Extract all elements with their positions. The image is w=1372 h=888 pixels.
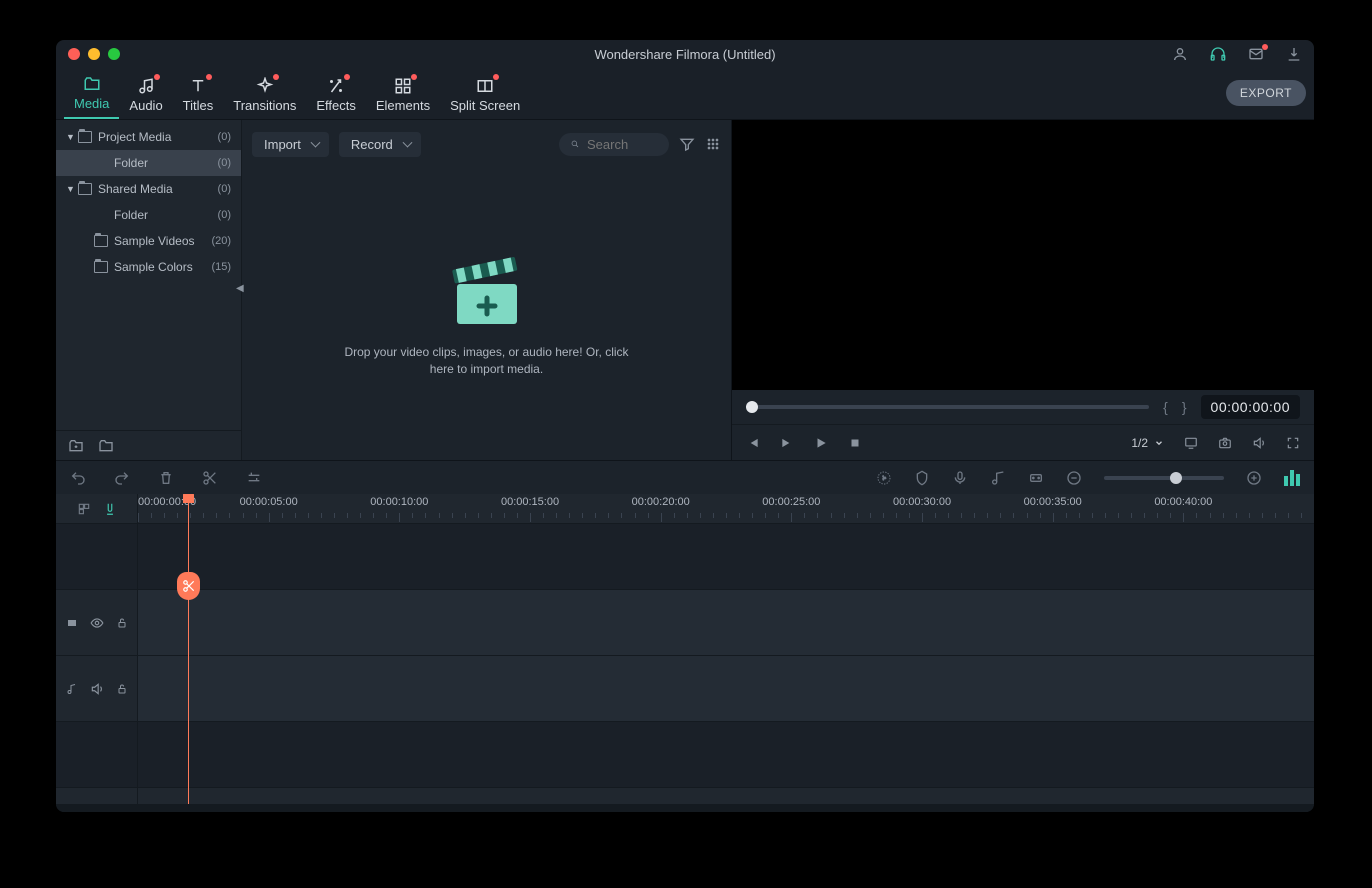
filter-icon[interactable] [679,136,695,152]
mute-icon[interactable] [90,682,104,696]
volume-icon[interactable] [1252,436,1266,450]
playhead-scissors-icon[interactable] [177,572,200,600]
scrub-track[interactable] [746,405,1149,409]
tab-transitions[interactable]: Transitions [223,73,306,119]
marker-icon[interactable] [914,470,930,486]
app-window: Wondershare Filmora (Untitled) Media Aud… [56,40,1314,812]
download-icon[interactable] [1286,46,1302,62]
stop-icon[interactable] [848,436,862,450]
tab-label: Effects [316,98,356,113]
open-folder-icon[interactable] [98,438,114,454]
media-browser: ◀ Import Record [242,120,732,460]
keyframe-icon[interactable] [1028,470,1044,486]
sidebar-footer [56,430,241,460]
lock-icon[interactable] [116,683,128,695]
mark-out-icon[interactable]: } [1182,399,1187,415]
video-track-icon [66,617,78,629]
import-dropdown[interactable]: Import [252,132,329,157]
split-icon[interactable] [202,470,218,486]
titlebar: Wondershare Filmora (Untitled) [56,40,1314,68]
zoom-in-icon[interactable] [1246,470,1262,486]
snapshot-icon[interactable] [1218,436,1232,450]
tab-label: Elements [376,98,430,113]
track-manage-icon[interactable] [77,502,91,516]
video-track-header[interactable] [56,590,137,656]
dropzone-text: Drop your video clips, images, or audio … [337,344,637,378]
track-row[interactable] [138,524,1314,590]
track-row[interactable] [138,722,1314,788]
play-icon[interactable] [814,436,828,450]
track-headers [56,494,138,804]
track-row-video[interactable] [138,590,1314,656]
window-title: Wondershare Filmora (Untitled) [56,47,1314,62]
visibility-icon[interactable] [90,616,104,630]
tab-label: Titles [183,98,214,113]
zoom-out-icon[interactable] [1066,470,1082,486]
main-tabs: Media Audio Titles Transitions Effects E… [56,68,1314,120]
audio-mixer-icon[interactable] [1284,470,1300,486]
support-icon[interactable] [1210,46,1226,62]
prev-frame-icon[interactable] [746,436,760,450]
track-row-audio[interactable] [138,656,1314,722]
zoom-slider[interactable] [1104,476,1224,480]
export-button[interactable]: EXPORT [1226,80,1306,106]
view-grid-icon[interactable] [705,136,721,152]
sidebar-item-folder-2[interactable]: Folder(0) [56,202,241,228]
quality-dropdown[interactable]: 1/2 [1131,436,1164,450]
search-box[interactable] [559,133,669,156]
next-frame-icon[interactable] [780,436,794,450]
lock-icon[interactable] [116,617,128,629]
sidebar-item-sample-colors[interactable]: Sample Colors(15) [56,254,241,280]
tab-elements[interactable]: Elements [366,73,440,119]
search-input[interactable] [587,137,657,152]
new-folder-icon[interactable] [68,438,84,454]
redo-icon[interactable] [114,470,130,486]
preview-canvas[interactable] [732,120,1314,390]
voiceover-icon[interactable] [952,470,968,486]
display-icon[interactable] [1184,436,1198,450]
fullscreen-icon[interactable] [1286,436,1300,450]
search-icon [571,137,579,151]
middle-pane: ▼Project Media(0) Folder(0) ▼Shared Medi… [56,120,1314,460]
tab-titles[interactable]: Titles [173,73,224,119]
sidebar-item-project-media[interactable]: ▼Project Media(0) [56,124,241,150]
audio-mix-icon[interactable] [990,470,1006,486]
mark-in-icon[interactable]: { [1163,399,1168,415]
snap-icon[interactable] [103,502,117,516]
record-dropdown[interactable]: Record [339,132,421,157]
sidebar-item-sample-videos[interactable]: Sample Videos(20) [56,228,241,254]
render-icon[interactable] [876,470,892,486]
tab-label: Transitions [233,98,296,113]
tab-split-screen[interactable]: Split Screen [440,73,530,119]
tab-media[interactable]: Media [64,71,119,119]
audio-track-header[interactable] [56,656,137,722]
timeline: 00:00:00:0000:00:05:0000:00:10:0000:00:1… [56,494,1314,804]
preview-pane: { } 00:00:00:00 1/2 [732,120,1314,460]
tab-label: Audio [129,98,162,113]
tracks-area[interactable]: 00:00:00:0000:00:05:0000:00:10:0000:00:1… [138,494,1314,804]
media-dropzone[interactable]: Drop your video clips, images, or audio … [242,168,731,460]
messages-icon[interactable] [1248,46,1264,62]
playhead[interactable] [188,494,189,804]
clapper-icon [442,250,532,330]
tab-label: Media [74,96,109,111]
tab-label: Split Screen [450,98,520,113]
tab-audio[interactable]: Audio [119,73,172,119]
sidebar-item-folder[interactable]: Folder(0) [56,150,241,176]
collapse-sidebar-icon[interactable]: ◀ [236,283,244,294]
sidebar-item-shared-media[interactable]: ▼Shared Media(0) [56,176,241,202]
undo-icon[interactable] [70,470,86,486]
horizontal-scrollbar[interactable] [56,804,1314,812]
edit-tools-icon[interactable] [246,470,262,486]
sidebar: ▼Project Media(0) Folder(0) ▼Shared Medi… [56,120,242,460]
audio-track-icon [66,683,78,695]
delete-icon[interactable] [158,470,174,486]
tab-effects[interactable]: Effects [306,73,366,119]
timecode-display: 00:00:00:00 [1201,395,1300,419]
time-ruler[interactable]: 00:00:00:0000:00:05:0000:00:10:0000:00:1… [138,494,1314,524]
timeline-toolbar [56,460,1314,494]
account-icon[interactable] [1172,46,1188,62]
